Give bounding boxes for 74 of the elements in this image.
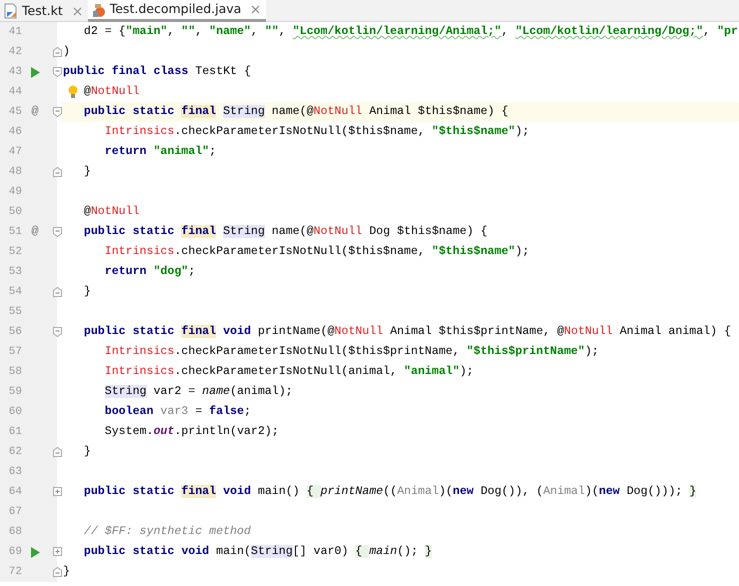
editor-tab[interactable]: Test.decompiled.java: [88, 0, 266, 22]
fold-icon[interactable]: [52, 107, 62, 117]
code-line: // $FF: synthetic method: [84, 525, 251, 538]
fold-icon[interactable]: [52, 167, 62, 177]
fold-icon[interactable]: [52, 47, 62, 57]
line-number: 61: [8, 425, 22, 440]
line-number: 72: [8, 565, 22, 580]
file-icon: [4, 3, 18, 19]
line-number: 46: [8, 125, 22, 140]
line-number: 44: [8, 85, 22, 100]
run-icon[interactable]: [30, 66, 40, 78]
line-number: 60: [8, 405, 22, 420]
code-line: public static void main(String[] var0) { main(); }: [84, 545, 432, 558]
code-line: }: [84, 165, 91, 178]
fold-icon[interactable]: [52, 447, 62, 457]
code-line: Intrinsics.checkParameterIsNotNull(animal, "animal");: [104, 365, 474, 378]
line-number: 50: [8, 205, 22, 220]
override-marker[interactable]: @: [32, 222, 38, 242]
lightbulb-icon[interactable]: [68, 85, 78, 99]
fold-icon[interactable]: [52, 547, 62, 557]
line-number: 53: [8, 265, 22, 280]
close-icon[interactable]: [72, 6, 82, 16]
code-line: return "dog";: [104, 265, 196, 278]
code-line: @NotNull: [84, 205, 140, 218]
fold-icon[interactable]: [52, 327, 62, 337]
line-number: 49: [8, 185, 22, 200]
code-line: String var2 = name(animal);: [104, 385, 293, 398]
line-number: 42: [8, 45, 22, 60]
fold-icon[interactable]: [52, 227, 62, 237]
fold-icon[interactable]: [52, 287, 62, 297]
run-icon[interactable]: [30, 546, 40, 558]
line-number: 52: [8, 245, 22, 260]
line-number: 47: [8, 145, 22, 160]
fold-icon[interactable]: [52, 67, 62, 77]
code-line: boolean var3 = false;: [104, 405, 251, 418]
line-number: 43: [8, 65, 22, 80]
code-line: return "animal";: [104, 145, 216, 158]
code-line: Intrinsics.checkParameterIsNotNull($this$name, "$this$name");: [104, 125, 530, 138]
code-line: }: [63, 565, 70, 578]
code-line: ): [63, 45, 70, 58]
fold-icon[interactable]: [52, 487, 62, 497]
code-line: d2 = {"main", "", "name", "", "Lcom/kotlin/learning/Animal;", "Lcom/kotlin/learning/Dog;", "pr: [84, 25, 738, 38]
override-marker[interactable]: @: [32, 102, 38, 122]
fold-icon[interactable]: [52, 567, 62, 577]
code-line: }: [84, 285, 91, 298]
line-number: 59: [8, 385, 22, 400]
line-number: 58: [8, 365, 22, 380]
code-line: public static final String name(@NotNull Animal $this$name) {: [84, 105, 508, 118]
code-line: public static final void main() { printName((Animal)(new Dog()), (Animal)(new Dog())); }: [84, 485, 696, 498]
line-number: 51: [8, 225, 22, 240]
editor-tab[interactable]: Test.kt: [0, 0, 88, 22]
line-number: 57: [8, 345, 22, 360]
code-line: }: [84, 445, 91, 458]
close-icon[interactable]: [251, 5, 260, 14]
line-number: 67: [8, 505, 22, 520]
line-number: 48: [8, 165, 22, 180]
line-number: 56: [8, 325, 22, 340]
line-number: 64: [8, 485, 22, 500]
line-number: 55: [8, 305, 22, 320]
line-number: 45: [8, 105, 22, 120]
code-line: public static final void printName(@NotNull Animal $this$printName, @NotNull Animal animal) {: [84, 325, 732, 338]
line-number: 68: [8, 525, 22, 540]
code-line: System.out.println(var2);: [104, 425, 279, 438]
file-icon: [92, 2, 106, 18]
line-number: 54: [8, 285, 22, 300]
code-line: public static final String name(@NotNull Dog $this$name) {: [84, 225, 488, 238]
line-number: 69: [8, 545, 22, 560]
code-line: @NotNull: [84, 85, 140, 98]
code-line: Intrinsics.checkParameterIsNotNull($this$name, "$this$name");: [104, 245, 530, 258]
code-line: public final class TestKt {: [63, 65, 251, 78]
line-number: 41: [8, 25, 22, 40]
line-number: 62: [8, 445, 22, 460]
line-number: 63: [8, 465, 22, 480]
code-line: Intrinsics.checkParameterIsNotNull($this$printName, "$this$printName");: [104, 345, 599, 358]
